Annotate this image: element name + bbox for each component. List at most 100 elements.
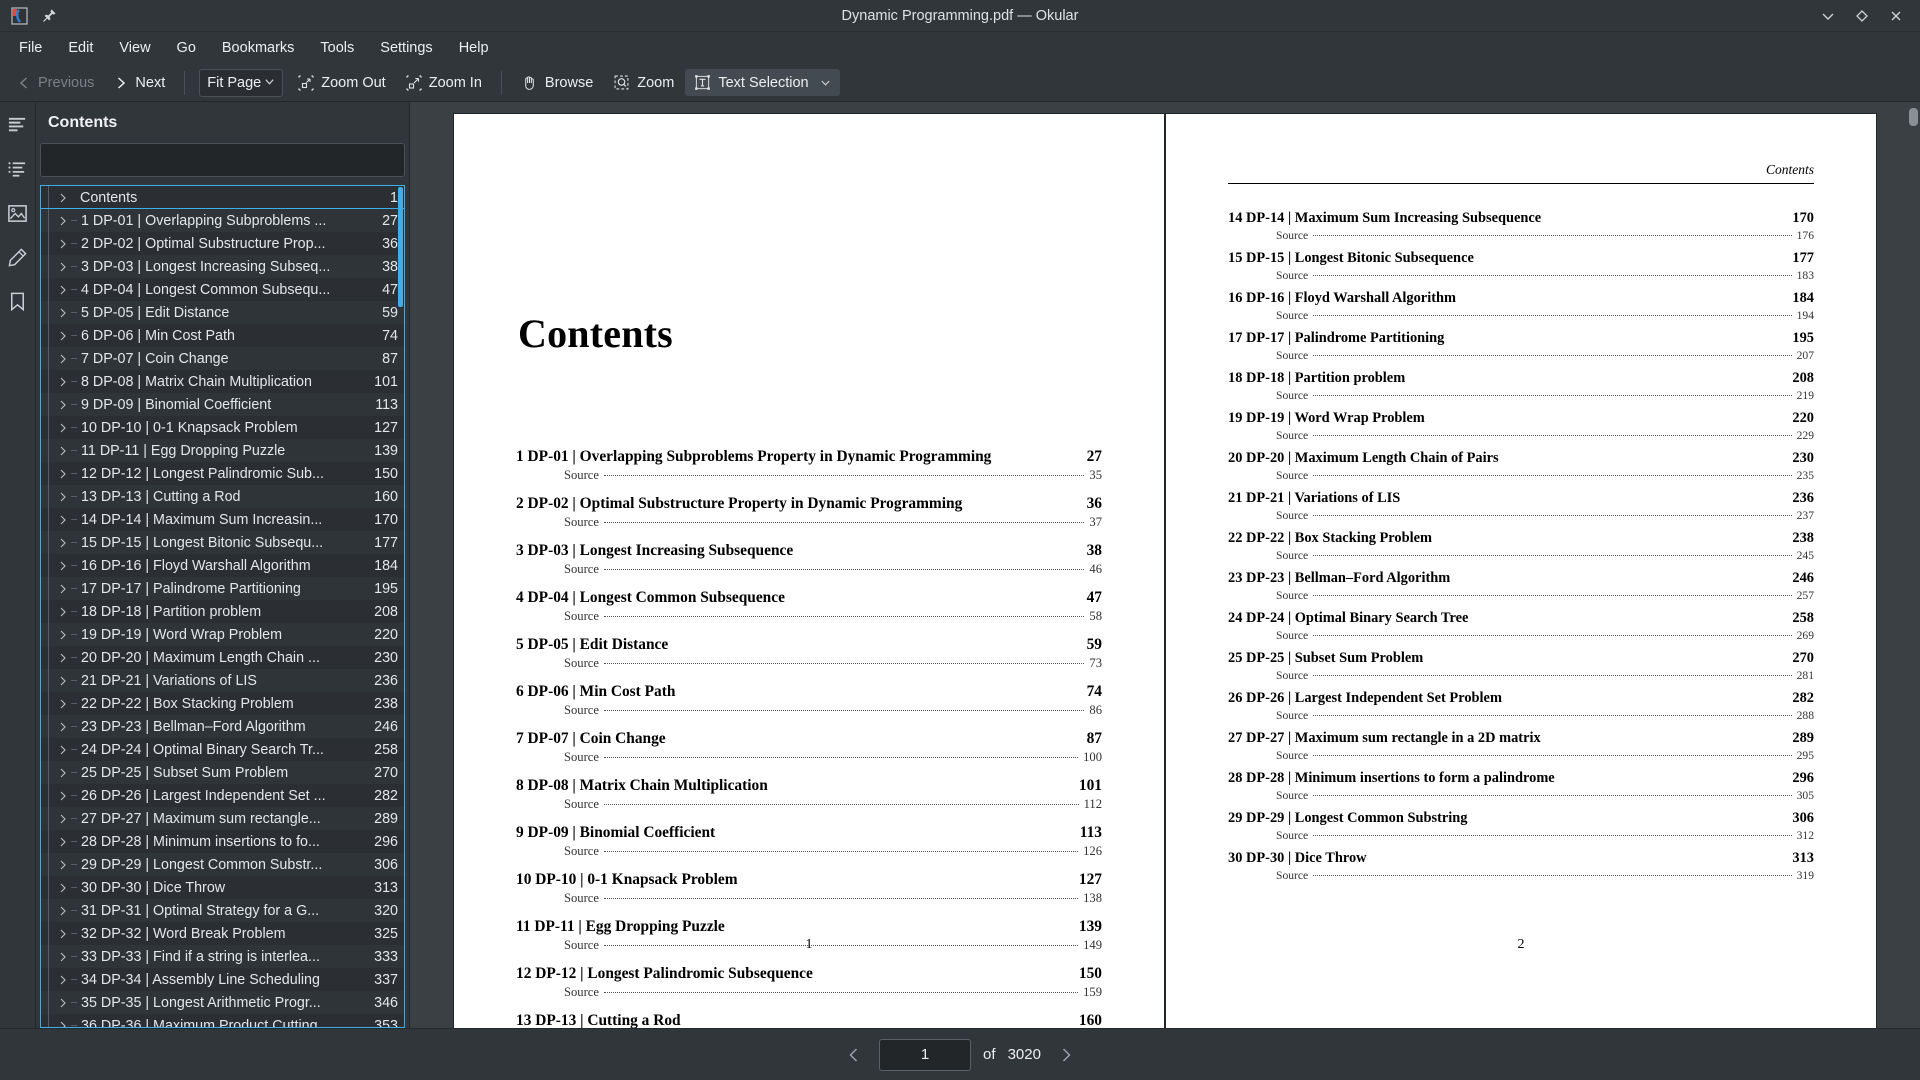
chevron-right-icon[interactable] [55, 975, 71, 985]
contents-icon[interactable] [5, 156, 31, 182]
next-button[interactable]: Next [105, 70, 174, 96]
chevron-right-icon[interactable] [55, 469, 71, 479]
page-2[interactable]: Contents 14 DP-14 | Maximum Sum Increasi… [1166, 114, 1876, 1028]
toc-tree-item[interactable]: 34 DP-34 | Assembly Line Scheduling 337 [41, 967, 404, 992]
chevron-right-icon[interactable] [55, 354, 71, 364]
chevron-right-icon[interactable] [55, 768, 71, 778]
search-input[interactable] [41, 144, 404, 176]
chevron-right-icon[interactable] [55, 630, 71, 640]
menu-file[interactable]: File [6, 36, 55, 61]
chevron-right-icon[interactable] [55, 538, 71, 548]
toc-tree-item[interactable]: 24 DP-24 | Optimal Binary Search Tr... 25… [41, 737, 404, 762]
toc-tree-item[interactable]: 26 DP-26 | Largest Independent Set ... 28… [41, 783, 404, 808]
chevron-right-icon[interactable] [55, 814, 71, 824]
toc-tree-item[interactable]: 5 DP-05 | Edit Distance 59 [41, 300, 404, 325]
toc-tree-item[interactable]: 7 DP-07 | Coin Change 87 [41, 346, 404, 371]
toc-tree-item[interactable]: 13 DP-13 | Cutting a Rod 160 [41, 484, 404, 509]
chevron-right-icon[interactable] [55, 929, 71, 939]
menu-bookmarks[interactable]: Bookmarks [209, 36, 308, 61]
chevron-right-icon[interactable] [55, 377, 71, 387]
toc-tree-item[interactable]: 6 DP-06 | Min Cost Path 74 [41, 323, 404, 348]
toc-tree-item[interactable]: 33 DP-33 | Find if a string is interlea.… [41, 944, 404, 969]
zoom-in-button[interactable]: Zoom In [397, 70, 491, 96]
status-prev-page-button[interactable] [841, 1042, 867, 1068]
menu-settings[interactable]: Settings [367, 36, 445, 61]
toc-tree-item[interactable]: 35 DP-35 | Longest Arithmetic Progr... 34… [41, 990, 404, 1015]
bookmarks-icon[interactable] [5, 288, 31, 314]
chevron-right-icon[interactable] [55, 676, 71, 686]
chevron-right-icon[interactable] [55, 584, 71, 594]
toc-tree-item[interactable]: 36 DP-36 | Maximum Product Cutting 353 [41, 1013, 404, 1027]
chevron-right-icon[interactable] [55, 860, 71, 870]
menu-tools[interactable]: Tools [307, 36, 367, 61]
chevron-right-icon[interactable] [55, 446, 71, 456]
toc-tree-item[interactable]: 9 DP-09 | Binomial Coefficient 113 [41, 392, 404, 417]
maximize-icon[interactable] [1854, 8, 1870, 24]
chevron-right-icon[interactable] [55, 331, 71, 341]
zoom-mode-select[interactable]: Fit Page [199, 68, 284, 97]
toc-tree-item[interactable]: 12 DP-12 | Longest Palindromic Sub... 150 [41, 461, 404, 486]
menu-help[interactable]: Help [446, 36, 502, 61]
sidebar-scrollbar-thumb[interactable] [398, 187, 403, 307]
chevron-right-icon[interactable] [55, 239, 71, 249]
chevron-right-icon[interactable] [55, 400, 71, 410]
toc-tree-item[interactable]: 23 DP-23 | Bellman–Ford Algorithm 246 [41, 714, 404, 739]
text-selection-tool-button[interactable]: Text Selection [685, 69, 840, 96]
previous-button[interactable]: Previous [8, 70, 103, 96]
chevron-right-icon[interactable] [55, 837, 71, 847]
menu-view[interactable]: View [106, 36, 163, 61]
toc-tree-item[interactable]: 2 DP-02 | Optimal Substructure Prop... 36 [41, 231, 404, 256]
toc-tree-item[interactable]: 31 DP-31 | Optimal Strategy for a G... 32… [41, 898, 404, 923]
document-scrollbar-thumb[interactable] [1909, 108, 1918, 126]
page-number-input[interactable]: 1 [879, 1038, 972, 1071]
toc-tree-item[interactable]: 29 DP-29 | Longest Common Substr... 306 [41, 852, 404, 877]
close-icon[interactable] [1888, 8, 1904, 24]
chevron-right-icon[interactable] [55, 285, 71, 295]
thumbnails-icon[interactable] [5, 112, 31, 138]
toc-tree-item[interactable]: 32 DP-32 | Word Break Problem 325 [41, 921, 404, 946]
status-next-page-button[interactable] [1053, 1042, 1079, 1068]
toc-tree-item[interactable]: 30 DP-30 | Dice Throw 313 [41, 875, 404, 900]
toc-tree-item[interactable]: 22 DP-22 | Box Stacking Problem 238 [41, 691, 404, 716]
chevron-right-icon[interactable] [55, 262, 71, 272]
toc-tree-item[interactable]: Contents 1 [41, 186, 404, 210]
toc-tree-item[interactable]: 14 DP-14 | Maximum Sum Increasin... 170 [41, 507, 404, 532]
toc-tree-item[interactable]: 25 DP-25 | Subset Sum Problem 270 [41, 760, 404, 785]
chevron-right-icon[interactable] [55, 722, 71, 732]
chevron-right-icon[interactable] [55, 745, 71, 755]
toc-tree-item[interactable]: 16 DP-16 | Floyd Warshall Algorithm 184 [41, 553, 404, 578]
minimize-icon[interactable] [1820, 8, 1836, 24]
chevron-right-icon[interactable] [55, 193, 71, 203]
chevron-right-icon[interactable] [55, 791, 71, 801]
zoom-tool-button[interactable]: Zoom [604, 69, 683, 96]
zoom-out-button[interactable]: Zoom Out [289, 70, 394, 96]
page-1[interactable]: Contents 1 DP-01 | Overlapping Subproble… [454, 114, 1164, 1028]
document-view[interactable]: Contents 1 DP-01 | Overlapping Subproble… [410, 102, 1920, 1028]
toc-tree-item[interactable]: 20 DP-20 | Maximum Length Chain ... 230 [41, 645, 404, 670]
toc-tree-item[interactable]: 18 DP-18 | Partition problem 208 [41, 599, 404, 624]
chevron-right-icon[interactable] [55, 607, 71, 617]
chevron-right-icon[interactable] [55, 561, 71, 571]
chevron-right-icon[interactable] [55, 998, 71, 1008]
chevron-right-icon[interactable] [55, 308, 71, 318]
browse-tool-button[interactable]: Browse [512, 69, 602, 96]
contents-tree[interactable]: Contents 1 1 DP-01 | Overlapping Subproble… [41, 186, 404, 1027]
toc-tree-item[interactable]: 21 DP-21 | Variations of LIS 236 [41, 668, 404, 693]
toc-tree-item[interactable]: 11 DP-11 | Egg Dropping Puzzle 139 [41, 438, 404, 463]
toc-tree-item[interactable]: 19 DP-19 | Word Wrap Problem 220 [41, 622, 404, 647]
toc-tree-item[interactable]: 27 DP-27 | Maximum sum rectangle... 289 [41, 806, 404, 831]
toc-tree-item[interactable]: 4 DP-04 | Longest Common Subsequ... 47 [41, 277, 404, 302]
chevron-right-icon[interactable] [55, 906, 71, 916]
menu-go[interactable]: Go [164, 36, 209, 61]
chevron-right-icon[interactable] [55, 653, 71, 663]
toc-tree-item[interactable]: 28 DP-28 | Minimum insertions to fo... 29… [41, 829, 404, 854]
toc-tree-item[interactable]: 17 DP-17 | Palindrome Partitioning 195 [41, 576, 404, 601]
chevron-right-icon[interactable] [55, 1021, 71, 1027]
chevron-right-icon[interactable] [55, 515, 71, 525]
chevron-down-icon[interactable] [820, 77, 831, 88]
toc-tree-item[interactable]: 8 DP-08 | Matrix Chain Multiplication 101 [41, 369, 404, 394]
pin-icon[interactable] [40, 7, 58, 25]
menu-edit[interactable]: Edit [55, 36, 106, 61]
chevron-right-icon[interactable] [55, 883, 71, 893]
chevron-right-icon[interactable] [55, 423, 71, 433]
